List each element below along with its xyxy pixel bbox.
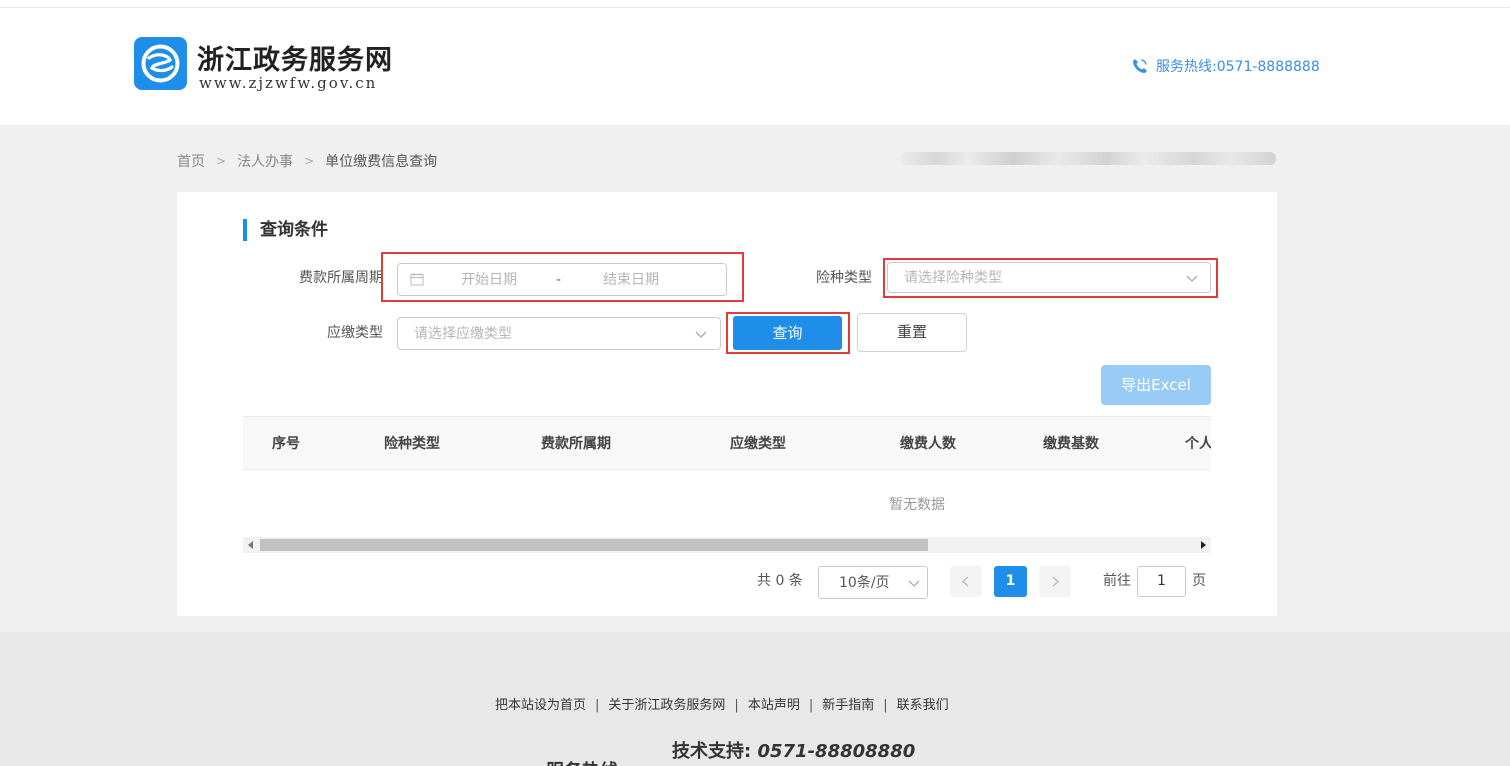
site-url: www.zjzwfw.gov.cn <box>199 74 378 92</box>
goto-label: 前往 <box>1103 573 1131 589</box>
footer-separator: | <box>734 698 739 713</box>
footer-link-guide[interactable]: 新手指南 <box>822 697 874 715</box>
scroll-right-icon[interactable] <box>1201 541 1206 549</box>
horizontal-scrollbar[interactable] <box>243 537 1211 553</box>
chevron-down-icon <box>908 580 920 587</box>
breadcrumb: 首页 > 法人办事 > 单位缴费信息查询 <box>177 152 437 170</box>
column-header-due-type: 应缴类型 <box>730 436 786 452</box>
total-count: 共 0 条 <box>757 573 803 589</box>
tech-support-phone: 0571-88808880 <box>757 741 916 762</box>
column-header-payer-count: 缴费人数 <box>900 436 956 452</box>
due-type-select[interactable]: 请选择应缴类型 <box>397 317 721 350</box>
due-type-label: 应缴类型 <box>327 325 383 341</box>
section-title: 查询条件 <box>243 219 328 241</box>
footer-link-statement[interactable]: 本站声明 <box>748 697 800 715</box>
hotline-text: 服务热线:0571-8888888 <box>1156 59 1320 75</box>
footer-link-about[interactable]: 关于浙江政务服务网 <box>608 697 725 715</box>
site-header: 浙江政务服务网 www.zjzwfw.gov.cn 服务热线:0571-8888… <box>0 8 1510 125</box>
breadcrumb-current: 单位缴费信息查询 <box>325 154 438 170</box>
column-header-insurance-type: 险种类型 <box>384 436 440 452</box>
site-title[interactable]: 浙江政务服务网 <box>197 38 393 77</box>
period-label: 费款所属周期 <box>299 270 383 286</box>
chevron-right-icon: > <box>216 154 227 168</box>
footer-separator: | <box>883 698 888 713</box>
table-header: 序号 险种类型 费款所属期 应缴类型 缴费人数 缴费基数 个人 <box>243 416 1211 470</box>
chevron-down-icon <box>1186 275 1198 282</box>
start-date-input[interactable]: 开始日期 <box>461 270 517 290</box>
column-header-period: 费款所属期 <box>541 436 611 452</box>
hotline: 服务热线:0571-8888888 <box>1131 56 1320 76</box>
chevron-left-icon <box>961 576 969 587</box>
prev-page-button[interactable] <box>950 566 982 597</box>
footer-cut-text: 服务热线 <box>546 757 618 766</box>
range-separator: - <box>556 272 562 288</box>
column-header-personal: 个人 <box>1185 436 1211 452</box>
scroll-thumb[interactable] <box>260 539 928 551</box>
footer-link-contact[interactable]: 联系我们 <box>897 697 949 715</box>
export-excel-button[interactable]: 导出Excel <box>1101 365 1211 405</box>
next-page-button[interactable] <box>1039 566 1071 597</box>
insurance-type-placeholder: 请选择险种类型 <box>904 270 1002 286</box>
insurance-type-select[interactable]: 请选择险种类型 <box>887 262 1211 293</box>
empty-data-text: 暂无数据 <box>889 497 945 513</box>
page-1-button[interactable]: 1 <box>994 566 1027 597</box>
period-range-picker[interactable]: 开始日期 - 结束日期 <box>397 263 727 296</box>
footer-separator: | <box>595 698 600 713</box>
chevron-right-icon <box>1052 576 1060 587</box>
blurred-user-info <box>900 152 1276 165</box>
goto-suffix: 页 <box>1192 573 1206 589</box>
footer-link-set-homepage[interactable]: 把本站设为首页 <box>495 697 586 715</box>
tech-support: 技术支持: 0571-88808880 <box>672 737 915 763</box>
tech-support-label: 技术支持: <box>672 741 752 762</box>
breadcrumb-home[interactable]: 首页 <box>177 151 205 171</box>
reset-button[interactable]: 重置 <box>857 313 967 352</box>
column-header-base: 缴费基数 <box>1043 436 1099 452</box>
query-button[interactable]: 查询 <box>733 316 842 350</box>
goto-page-input[interactable]: 1 <box>1137 566 1186 597</box>
footer-links: 把本站设为首页 | 关于浙江政务服务网 | 本站声明 | 新手指南 | 联系我们 <box>495 697 949 715</box>
page-size-value: 10条/页 <box>839 575 890 591</box>
insurance-type-label: 险种类型 <box>816 270 872 286</box>
calendar-icon <box>410 273 424 286</box>
top-border <box>0 0 1510 8</box>
logo-icon[interactable] <box>134 37 187 90</box>
breadcrumb-corporate[interactable]: 法人办事 <box>237 151 293 171</box>
column-header-index: 序号 <box>272 436 300 452</box>
phone-icon <box>1133 59 1147 73</box>
footer-separator: | <box>808 698 814 713</box>
end-date-input[interactable]: 结束日期 <box>603 270 659 290</box>
chevron-down-icon <box>695 331 707 338</box>
chevron-right-icon: > <box>304 154 315 168</box>
due-type-placeholder: 请选择应缴类型 <box>414 326 512 342</box>
page-size-select[interactable]: 10条/页 <box>818 566 928 599</box>
scroll-left-icon[interactable] <box>248 541 253 549</box>
